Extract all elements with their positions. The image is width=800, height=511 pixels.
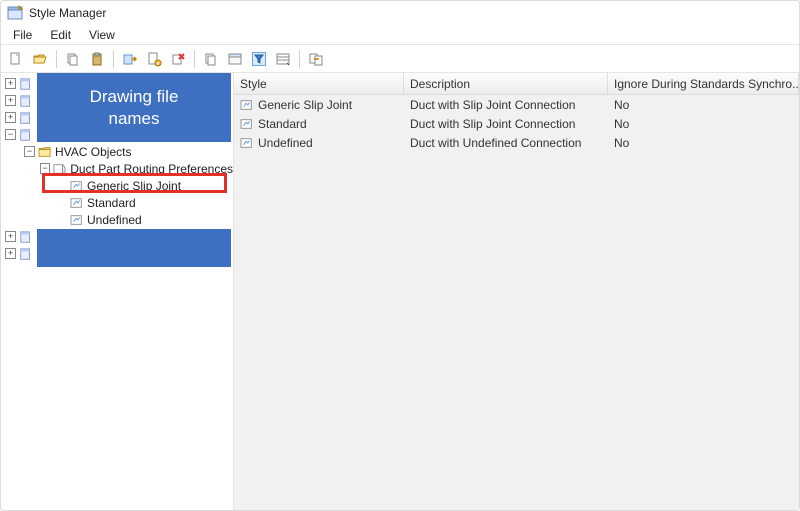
menu-file[interactable]: File [5,26,40,44]
filter-button[interactable] [248,48,270,70]
style-icon [70,197,84,209]
toolbar: ★ [1,45,799,73]
toolbar-sep-1 [56,50,57,68]
style-icon [70,180,84,192]
cell-ignore: No [614,117,629,131]
tree-node-duct-preferences[interactable]: − Duct Part Routing Preferences [1,160,233,177]
table-row[interactable]: Generic Slip Joint Duct with Slip Joint … [234,95,799,114]
column-header-description[interactable]: Description [404,73,608,95]
menubar: File Edit View [1,25,799,45]
tree-leaf-undefined[interactable]: Undefined [1,211,233,228]
drawing-file-icon [19,94,33,108]
style-category-icon [53,163,67,175]
annotation-drawing-files: Drawing file names [37,73,231,142]
cell-ignore: No [614,136,629,150]
new-button[interactable] [5,48,27,70]
tree-expander-icon[interactable]: + [5,78,16,89]
open-button[interactable] [29,48,51,70]
tree-leaf-generic-slip-joint[interactable]: Generic Slip Joint [1,177,233,194]
annotation-drawing-files-lower [37,229,231,267]
apply-button[interactable] [305,48,327,70]
views-button[interactable] [224,48,246,70]
tree-leaf-label: Undefined [87,213,142,227]
new-style-button[interactable]: ★ [143,48,165,70]
cell-style: Standard [258,117,307,131]
cell-description: Duct with Slip Joint Connection [410,117,575,131]
details-panel: Style Description Ignore During Standard… [234,73,799,510]
tree-node-label: HVAC Objects [55,145,131,159]
style-icon [240,99,254,111]
tree-expander-icon[interactable]: + [5,231,16,242]
cell-ignore: No [614,98,629,112]
style-icon [240,137,254,149]
window-title: Style Manager [29,6,106,20]
cell-description: Duct with Slip Joint Connection [410,98,575,112]
style-icon [240,118,254,130]
tree-leaf-standard[interactable]: Standard [1,194,233,211]
menu-edit[interactable]: Edit [42,26,79,44]
menu-view[interactable]: View [81,26,123,44]
tree-panel: + + + − − HVAC Objects [1,73,234,510]
column-header-style[interactable]: Style [234,73,404,95]
tree-expander-icon[interactable]: − [24,146,35,157]
cell-description: Duct with Undefined Connection [410,136,581,150]
svg-text:★: ★ [156,61,161,67]
grid-header: Style Description Ignore During Standard… [234,73,799,95]
tree-expander-icon[interactable]: + [5,112,16,123]
copy-button[interactable] [62,48,84,70]
tree-expander-icon[interactable]: + [5,95,16,106]
tree-node-label: Duct Part Routing Preferences [70,162,233,176]
annotation-text: Drawing file names [90,86,179,129]
drawing-file-icon [19,77,33,91]
table-row[interactable]: Standard Duct with Slip Joint Connection… [234,114,799,133]
details-view-button[interactable] [272,48,294,70]
cell-style: Undefined [258,136,313,150]
layers-button[interactable] [200,48,222,70]
drawing-file-icon [19,111,33,125]
tree-expander-icon[interactable]: − [40,163,51,174]
table-row[interactable]: Undefined Duct with Undefined Connection… [234,133,799,152]
folder-icon [38,146,52,158]
grid-rows: Generic Slip Joint Duct with Slip Joint … [234,95,799,510]
titlebar: Style Manager [1,1,799,25]
tree-expander-icon[interactable]: − [5,129,16,140]
toolbar-sep-3 [194,50,195,68]
body-split: + + + − − HVAC Objects [1,73,799,510]
paste-button[interactable] [86,48,108,70]
cell-style: Generic Slip Joint [258,98,352,112]
style-icon [70,214,84,226]
toolbar-sep-4 [299,50,300,68]
drawing-file-icon [19,128,33,142]
app-icon [7,5,23,21]
drawing-file-icon [19,247,33,261]
tree-node-hvac-objects[interactable]: − HVAC Objects [1,143,233,160]
tree-leaf-label: Generic Slip Joint [87,179,181,193]
toolbar-sep-2 [113,50,114,68]
drawing-file-icon [19,230,33,244]
tree-expander-icon[interactable]: + [5,248,16,259]
column-header-ignore[interactable]: Ignore During Standards Synchro... [608,73,799,95]
purge-button[interactable] [167,48,189,70]
style-manager-window: Style Manager File Edit View ★ [0,0,800,511]
tree-leaf-label: Standard [87,196,136,210]
export-style-button[interactable] [119,48,141,70]
